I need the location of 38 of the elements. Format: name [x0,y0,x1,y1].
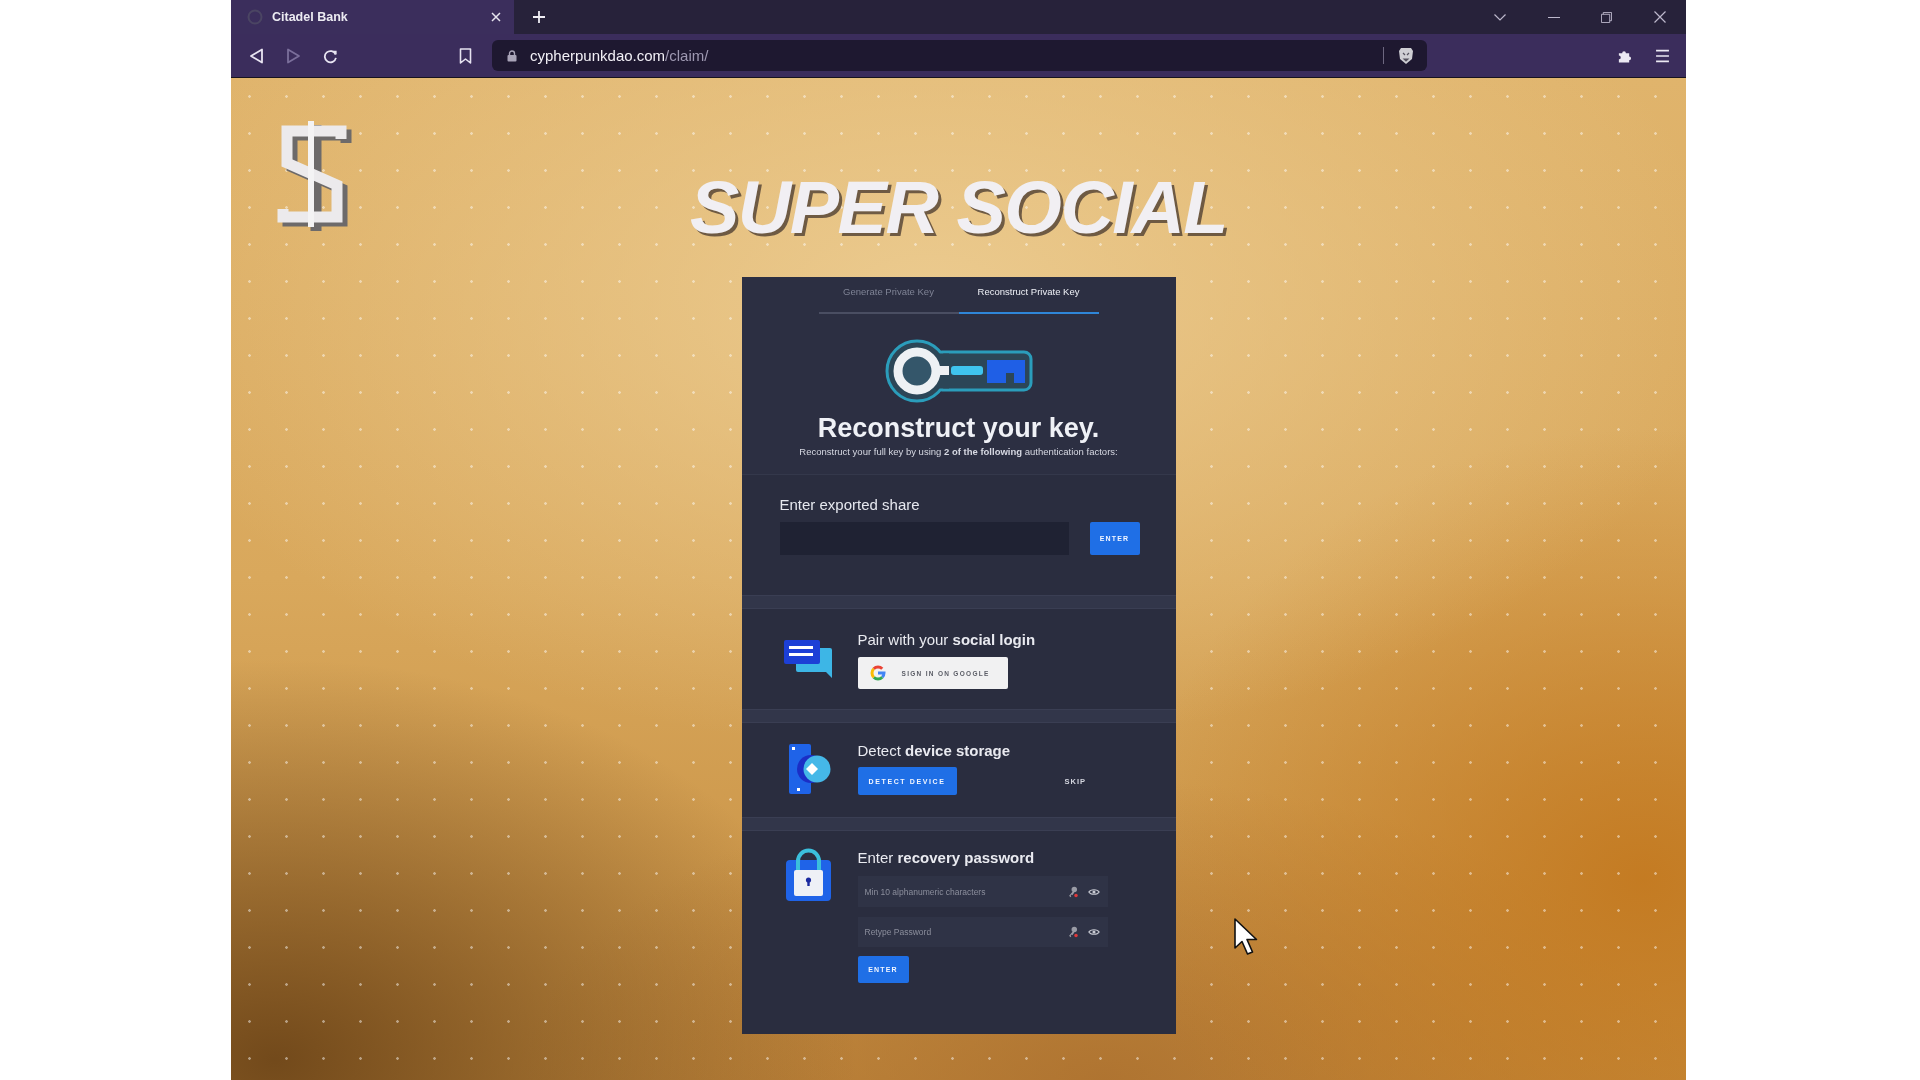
plus-icon [533,11,545,23]
close-icon [1653,11,1666,23]
padlock-icon [786,848,831,901]
section-title: Enter recovery password [857,849,1035,867]
back-icon [248,47,264,64]
reload-icon [322,47,338,64]
key-icon [1066,885,1079,898]
menu-icon [1654,47,1670,64]
key-icon [884,339,1033,403]
bookmark-icon [457,47,473,64]
section-title: Detect device storage [857,742,1011,760]
field-label: Enter exported share [779,496,921,514]
forward-icon [285,47,301,64]
url-text: cypherpunkdao.com/claim/ [530,47,709,64]
cursor-icon [1233,917,1259,957]
lock-icon [507,49,517,62]
chevron-down-icon [1494,13,1506,21]
password-field[interactable]: Retype Password [857,917,1108,947]
card-tab[interactable]: Reconstruct Private Key [958,277,1099,314]
card-tab[interactable]: Generate Private Key [818,277,959,314]
browser-tab[interactable]: Citadel Bank [231,0,514,34]
password-field[interactable]: Min 10 alphanumeric characters [857,876,1108,907]
page-title: SUPER SOCIAL [689,171,1228,245]
card-heading: Reconstruct your key. [817,412,1100,444]
close-icon [491,12,501,22]
spinner-icon [247,9,263,25]
shield-icon [1398,46,1414,65]
restore-icon [1601,11,1612,23]
card-subtitle: Reconstruct your full key by using 2 of the following authentication factors: [799,446,1118,458]
dollar-logo-icon [275,121,355,232]
eye-icon[interactable] [1087,926,1100,938]
minimize-icon [1547,16,1560,18]
section-title: Pair with your social login [857,631,1036,649]
address-bar[interactable]: cypherpunkdao.com/claim/ [492,40,1427,71]
g-logo-icon [869,665,886,681]
key-icon [1066,926,1079,938]
chat-bubbles-icon [783,640,834,680]
phone-icon [786,743,831,794]
